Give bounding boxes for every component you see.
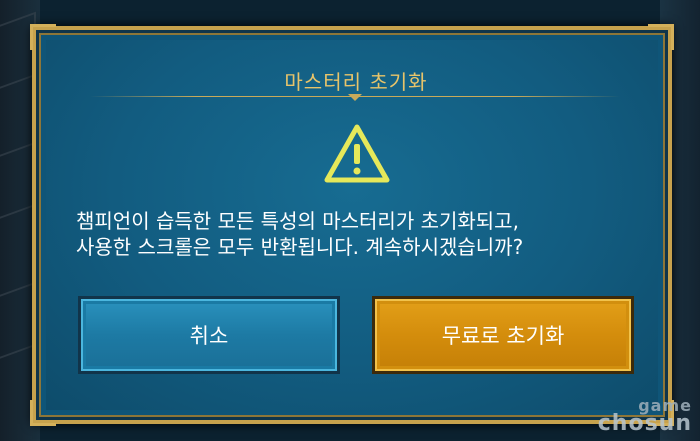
- title-divider-notch: [348, 94, 362, 101]
- frame-corner-ornament: [30, 400, 56, 426]
- cancel-button-label: 취소: [189, 324, 229, 348]
- frame-corner-ornament: [30, 24, 56, 50]
- watermark-line: chosun: [597, 411, 692, 436]
- message-line: 사용한 스크롤은 모두 반환됩니다. 계속하시겠습니까?: [76, 235, 524, 259]
- cancel-button[interactable]: 취소: [78, 296, 340, 374]
- free-reset-button-label: 무료로 초기화: [441, 324, 565, 348]
- dialog-title: 마스터리 초기화: [284, 70, 428, 94]
- gamechosun-watermark-logo: game chosun: [582, 397, 692, 437]
- mastery-reset-dialog: 마스터리 초기화 챔피언이 습득한 모든 특성의 마스터리가 초기화되고, 사용…: [30, 24, 674, 426]
- frame-corner-ornament: [648, 24, 674, 50]
- warning-icon: [324, 124, 390, 183]
- dialog-message: 챔피언이 습득한 모든 특성의 마스터리가 초기화되고, 사용한 스크롤은 모두…: [76, 208, 656, 260]
- background-hex-decoration: [0, 141, 36, 223]
- free-reset-button[interactable]: 무료로 초기화: [372, 296, 634, 374]
- background-hex-decoration: [0, 281, 36, 363]
- message-line: 챔피언이 습득한 모든 특성의 마스터리가 초기화되고,: [76, 209, 519, 233]
